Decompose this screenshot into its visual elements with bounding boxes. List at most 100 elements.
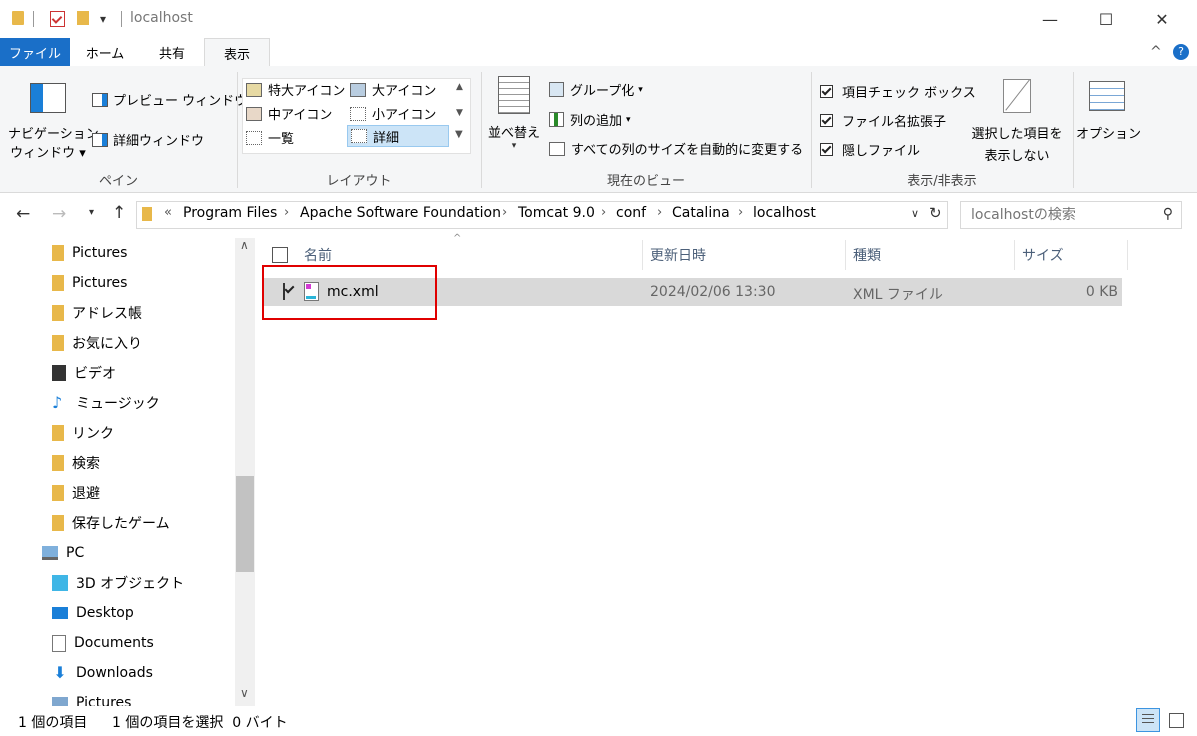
properties-icon[interactable] xyxy=(50,11,65,27)
sort-by-button[interactable]: 並べ替え ▾ xyxy=(486,76,542,151)
nav-item[interactable]: PC xyxy=(42,538,257,568)
layout-extra-large-icons-label: 特大アイコン xyxy=(268,84,346,99)
select-all-checkbox[interactable] xyxy=(272,247,288,263)
details-icon xyxy=(351,129,367,143)
search-box[interactable]: ⚲ xyxy=(960,201,1182,229)
nav-item[interactable]: 3D オブジェクト xyxy=(52,568,257,598)
item-checkboxes-toggle[interactable]: 項目チェック ボックス xyxy=(820,82,976,101)
layout-details[interactable]: 詳細 xyxy=(347,125,449,147)
separator xyxy=(121,11,122,27)
refresh-icon[interactable]: ↻ xyxy=(929,204,942,222)
scroll-thumb[interactable] xyxy=(236,476,254,572)
column-divider[interactable] xyxy=(1014,240,1015,270)
large-icons-view-button[interactable] xyxy=(1164,708,1188,732)
layout-more-icon[interactable]: ▼ xyxy=(455,129,463,140)
column-divider[interactable] xyxy=(1127,240,1128,270)
nav-item[interactable]: お気に入り xyxy=(52,328,257,358)
group-label-current-view: 現在のビュー xyxy=(606,174,685,189)
tab-home[interactable]: ホーム xyxy=(70,38,140,66)
column-divider[interactable] xyxy=(642,240,643,270)
navigation-pane-button[interactable]: ナビゲーション ウィンドウ ▾ xyxy=(8,76,99,161)
file-extensions-checkbox[interactable] xyxy=(820,114,833,127)
details-pane-icon xyxy=(92,132,108,147)
breadcrumb-program-files[interactable]: Program Files xyxy=(183,205,277,221)
desktop-icon xyxy=(52,607,68,619)
nav-item[interactable]: 保存したゲーム xyxy=(52,508,257,538)
file-extensions-toggle[interactable]: ファイル名拡張子 xyxy=(820,111,946,130)
search-icon[interactable]: ⚲ xyxy=(1163,206,1173,222)
new-folder-icon[interactable] xyxy=(77,11,89,25)
qat-dropdown-icon[interactable]: ▾ xyxy=(100,12,106,26)
back-arrow-icon[interactable]: ← xyxy=(16,204,30,224)
layout-scroll-up-icon[interactable]: ▲ xyxy=(456,82,463,92)
item-checkboxes-label: 項目チェック ボックス xyxy=(842,86,976,101)
autosize-columns-button[interactable]: すべての列のサイズを自動的に変更する xyxy=(549,139,803,158)
maximize-button[interactable]: ☐ xyxy=(1083,0,1129,38)
column-header-type-label: 種類 xyxy=(853,248,881,264)
nav-scrollbar[interactable]: ∧ ∨ xyxy=(235,238,255,706)
column-header-type[interactable]: 種類 xyxy=(853,240,1003,270)
tab-view[interactable]: 表示 xyxy=(204,38,270,68)
search-input[interactable] xyxy=(969,202,1153,228)
help-icon[interactable]: ? xyxy=(1173,44,1189,60)
minimize-button[interactable]: — xyxy=(1027,0,1073,38)
large-icons-icon xyxy=(350,82,366,97)
tab-share[interactable]: 共有 xyxy=(140,38,204,66)
up-arrow-icon[interactable]: ↑ xyxy=(112,203,126,223)
layout-extra-large-icons[interactable]: 特大アイコン xyxy=(246,80,345,99)
group-by-button[interactable]: グループ化 ▾ xyxy=(549,80,643,99)
nav-item[interactable]: ビデオ xyxy=(52,358,257,388)
nav-item[interactable]: 退避 xyxy=(52,478,257,508)
list-icon xyxy=(246,130,262,145)
breadcrumb-catalina[interactable]: Catalina xyxy=(672,205,730,221)
breadcrumb-overflow[interactable]: « xyxy=(164,205,172,220)
nav-item[interactable]: リンク xyxy=(52,418,257,448)
collapse-ribbon-icon[interactable]: ^ xyxy=(1150,44,1162,60)
nav-item[interactable]: Pictures xyxy=(52,238,257,268)
add-column-button[interactable]: 列の追加 ▾ xyxy=(549,110,631,129)
nav-item[interactable]: 検索 xyxy=(52,448,257,478)
details-view-button[interactable] xyxy=(1136,708,1160,732)
address-dropdown-icon[interactable]: ∨ xyxy=(911,207,919,220)
recent-locations-icon[interactable]: ▾ xyxy=(89,207,94,218)
status-selection: 1 個の項目を選択 0 バイト xyxy=(112,715,288,731)
scroll-down-icon[interactable]: ∨ xyxy=(240,686,249,700)
nav-item[interactable]: Documents xyxy=(52,628,257,658)
navigation-pane-label-2: ウィンドウ ▾ xyxy=(10,146,86,161)
breadcrumb-localhost[interactable]: localhost xyxy=(753,205,816,221)
item-checkboxes-checkbox[interactable] xyxy=(820,85,833,98)
nav-item[interactable]: Desktop xyxy=(52,598,257,628)
nav-item[interactable]: ♪ ミュージック xyxy=(52,388,257,418)
hidden-items-toggle[interactable]: 隠しファイル xyxy=(820,140,920,159)
nav-item-label: Downloads xyxy=(76,665,153,681)
forward-arrow-icon[interactable]: → xyxy=(52,204,66,224)
column-divider[interactable] xyxy=(845,240,846,270)
column-header-size[interactable]: サイズ xyxy=(1022,240,1122,270)
nav-item[interactable]: ⬇ Downloads xyxy=(52,658,257,688)
sort-by-icon xyxy=(498,76,530,114)
nav-item[interactable]: Pictures xyxy=(52,688,257,706)
breadcrumb-conf[interactable]: conf xyxy=(616,205,646,221)
nav-item[interactable]: Pictures xyxy=(52,268,257,298)
nav-item-label: Pictures xyxy=(72,245,128,261)
nav-item[interactable]: アドレス帳 xyxy=(52,298,257,328)
nav-item-label: Pictures xyxy=(72,275,128,291)
close-button[interactable]: ✕ xyxy=(1139,0,1185,38)
layout-list[interactable]: 一覧 xyxy=(246,128,294,147)
layout-small-icons[interactable]: 小アイコン xyxy=(350,104,436,123)
breadcrumb-tomcat[interactable]: Tomcat 9.0 xyxy=(518,205,595,221)
hidden-items-checkbox[interactable] xyxy=(820,143,833,156)
details-pane-button[interactable]: 詳細ウィンドウ xyxy=(92,130,204,149)
window-title: localhost xyxy=(130,10,193,26)
breadcrumb-apache[interactable]: Apache Software Foundation xyxy=(300,205,501,221)
tab-file[interactable]: ファイル xyxy=(0,38,70,66)
layout-large-icons[interactable]: 大アイコン xyxy=(350,80,436,99)
layout-scroll-down-icon[interactable]: ▼ xyxy=(456,108,463,118)
layout-medium-icons[interactable]: 中アイコン xyxy=(246,104,332,123)
separator xyxy=(33,11,34,27)
options-button[interactable]: オプション xyxy=(1076,76,1141,142)
hide-selected-items-button[interactable]: 選択した項目を 表示しない xyxy=(968,76,1066,164)
scroll-up-icon[interactable]: ∧ xyxy=(240,238,249,252)
preview-pane-button[interactable]: プレビュー ウィンドウ xyxy=(92,90,247,109)
column-header-modified[interactable]: 更新日時 xyxy=(650,240,840,270)
